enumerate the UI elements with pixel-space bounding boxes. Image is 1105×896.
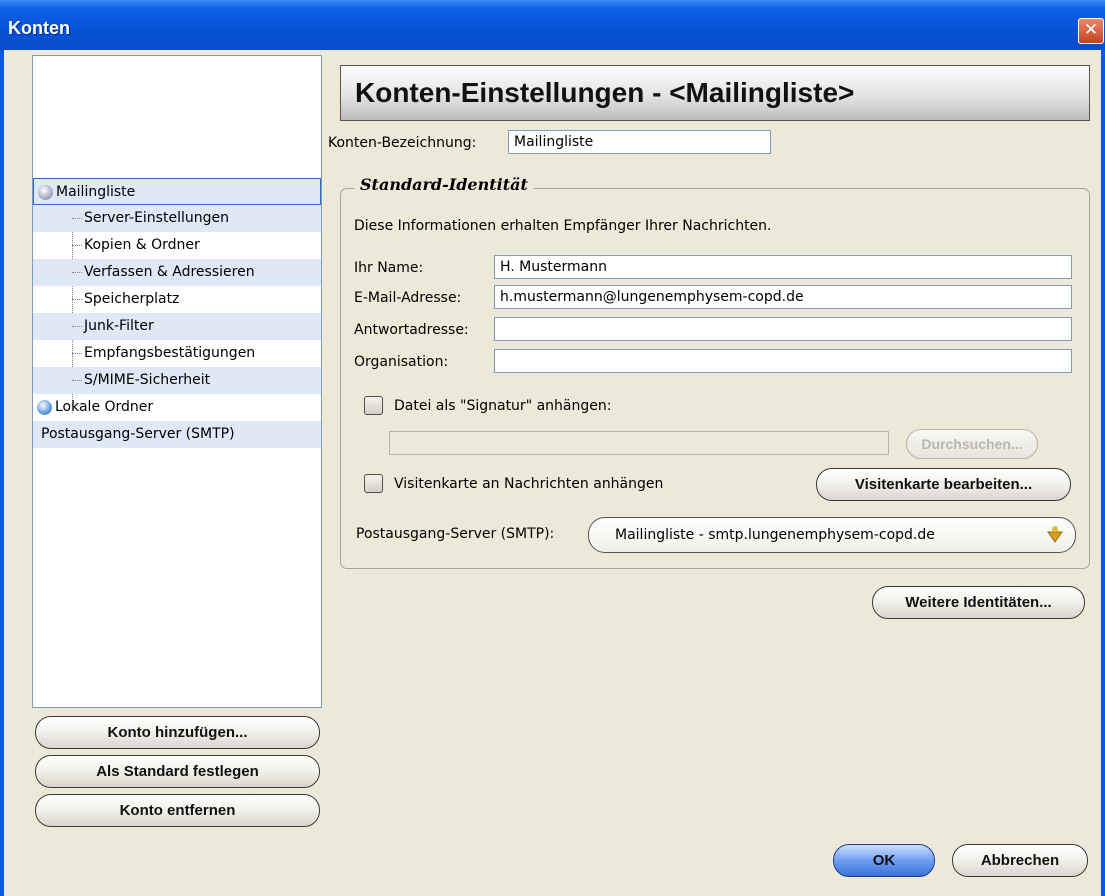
tree-item-label: Server-Einstellungen (84, 210, 229, 226)
account-name-field[interactable]: Mailingliste (508, 130, 771, 154)
tree-item-disk-space[interactable]: Speicherplatz (33, 286, 321, 313)
tree-connector (72, 380, 82, 381)
tree-item-label: Lokale Ordner (55, 399, 154, 415)
reply-to-label: Antwortadresse: (354, 322, 469, 338)
tree-item-label: Postausgang-Server (SMTP) (41, 426, 235, 442)
email-field[interactable]: h.mustermann@lungenemphysem-copd.de (494, 285, 1072, 309)
smtp-server-select[interactable]: Mailingliste - smtp.lungenemphysem-copd.… (588, 517, 1076, 553)
name-label: Ihr Name: (354, 260, 424, 276)
dropdown-arrow-icon[interactable] (1045, 524, 1065, 546)
default-identity-legend: Standard-Identität (354, 175, 534, 194)
tree-item-outgoing-server[interactable]: Postausgang-Server (SMTP) (33, 421, 321, 448)
tree-connector (72, 218, 82, 219)
dialog-body: Mailingliste Server-Einstellungen Kopien… (4, 50, 1101, 896)
tree-item-composition[interactable]: Verfassen & Adressieren (33, 259, 321, 286)
tree-item-local-folders[interactable]: Lokale Ordner (33, 394, 321, 421)
tree-item-label: Empfangsbestätigungen (84, 345, 256, 361)
organization-field[interactable] (494, 349, 1072, 373)
set-default-button[interactable]: Als Standard festlegen (35, 755, 320, 788)
vcard-checkbox[interactable] (364, 474, 383, 493)
account-tree[interactable]: Mailingliste Server-Einstellungen Kopien… (32, 55, 322, 708)
account-icon (38, 185, 53, 200)
tree-item-copies-folders[interactable]: Kopien & Ordner (33, 232, 321, 259)
tree-item-label: Verfassen & Adressieren (84, 264, 255, 280)
browse-button: Durchsuchen... (906, 429, 1038, 459)
tree-connector (72, 353, 82, 354)
smtp-server-label: Postausgang-Server (SMTP): (356, 526, 555, 542)
local-folders-icon (37, 400, 52, 415)
account-name-label: Konten-Bezeichnung: (328, 135, 477, 151)
edit-vcard-button[interactable]: Visitenkarte bearbeiten... (816, 468, 1071, 501)
add-account-button[interactable]: Konto hinzufügen... (35, 716, 320, 749)
cancel-button[interactable]: Abbrechen (952, 844, 1088, 877)
close-button[interactable]: ✕ (1078, 18, 1104, 44)
remove-account-button[interactable]: Konto entfernen (35, 794, 320, 827)
tree-item-label: S/MIME-Sicherheit (84, 372, 211, 388)
more-identities-button[interactable]: Weitere Identitäten... (872, 586, 1085, 619)
tree-item-return-receipts[interactable]: Empfangsbestätigungen (33, 340, 321, 367)
tree-connector (72, 245, 82, 246)
signature-file-field (389, 431, 889, 455)
tree-item-label: Kopien & Ordner (84, 237, 200, 253)
default-identity-group (340, 188, 1090, 569)
title-bar: Konten ✕ (0, 0, 1105, 50)
reply-to-field[interactable] (494, 317, 1072, 341)
window-title: Konten (8, 18, 70, 38)
tree-item-mailingliste[interactable]: Mailingliste (33, 178, 321, 205)
organization-label: Organisation: (354, 354, 449, 370)
email-label: E-Mail-Adresse: (354, 290, 462, 306)
tree-item-label: Speicherplatz (84, 291, 180, 307)
identity-info-text: Diese Informationen erhalten Empfänger I… (354, 218, 772, 234)
ok-button[interactable]: OK (833, 844, 935, 877)
tree-item-server-settings[interactable]: Server-Einstellungen (33, 205, 321, 232)
signature-checkbox[interactable] (364, 396, 383, 415)
chevron-down-icon (1047, 526, 1063, 543)
name-field[interactable]: H. Mustermann (494, 255, 1072, 279)
tree-connector (72, 272, 82, 273)
close-icon: ✕ (1083, 20, 1099, 40)
signature-checkbox-label: Datei als "Signatur" anhängen: (394, 398, 612, 414)
page-title: Konten-Einstellungen - <Mailingliste> (340, 65, 1090, 121)
tree-connector (72, 326, 82, 327)
tree-connector (72, 299, 82, 300)
vcard-checkbox-label: Visitenkarte an Nachrichten anhängen (394, 476, 664, 492)
tree-item-junk-filter[interactable]: Junk-Filter (33, 313, 321, 340)
tree-item-label: Junk-Filter (84, 318, 154, 334)
accounts-window: Konten ✕ Mailingliste Server-Einstellung… (0, 0, 1105, 896)
tree-item-label: Mailingliste (56, 184, 136, 200)
tree-item-smime-security[interactable]: S/MIME-Sicherheit (33, 367, 321, 394)
